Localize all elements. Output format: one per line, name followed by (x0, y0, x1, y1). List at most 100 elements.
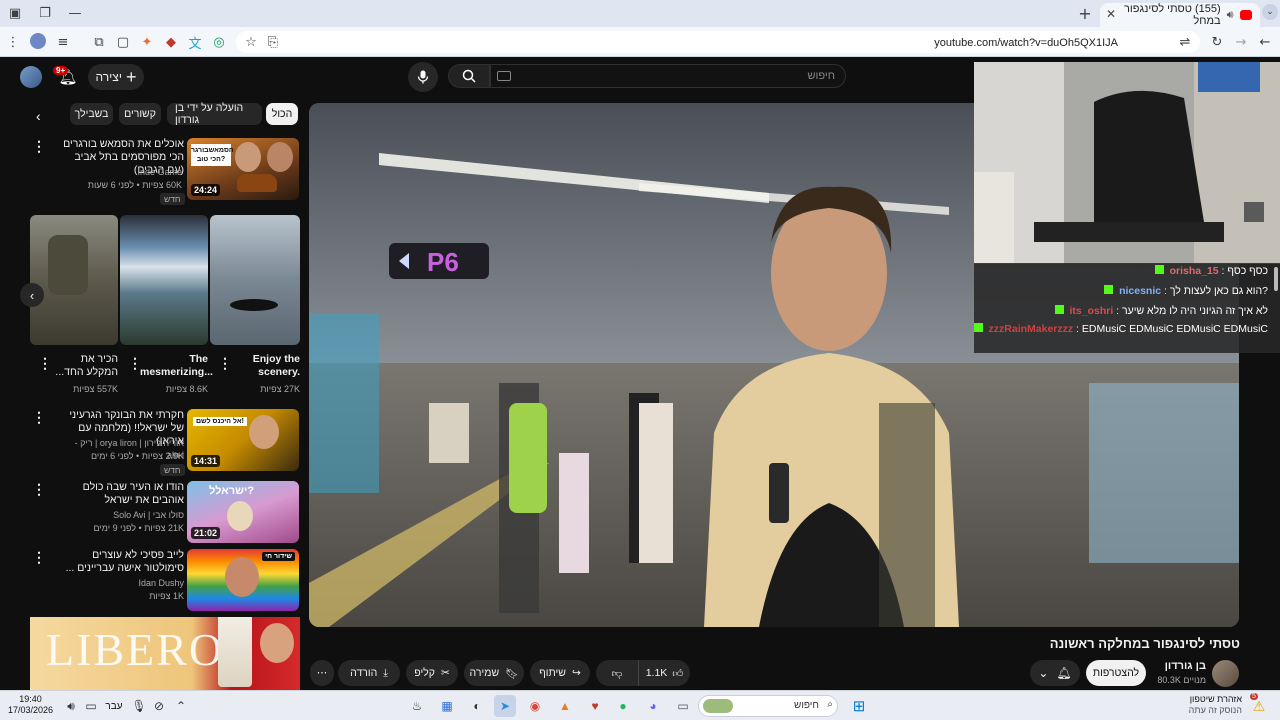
channel-name[interactable]: סולו אבי | Solo Avi (60, 509, 184, 521)
short-thumbnail-3[interactable] (30, 215, 118, 345)
reload-icon[interactable]: ↻ (1208, 33, 1226, 51)
channel-name[interactable]: בן גורדון (1150, 660, 1206, 672)
short-title[interactable]: הכיר את המקלע החד... (50, 353, 118, 379)
chip-all[interactable]: הכול (266, 103, 298, 125)
list-item[interactable]: ⋮ אוכלים את הסמאש בורגרים הכי מפורסמים ב… (30, 138, 300, 206)
restore-window-icon[interactable]: ❐ (36, 4, 54, 22)
short-thumbnail-1[interactable] (210, 215, 300, 345)
channel-name[interactable]: Inde Game (60, 166, 182, 178)
app-icon[interactable]: ◐ (466, 695, 488, 717)
shorts-prev-button[interactable]: ‹ (20, 283, 44, 307)
create-button[interactable]: יצירה + (88, 64, 144, 90)
chat-scrollbar[interactable] (1274, 267, 1278, 291)
like-button[interactable]: 1.1K 👍︎ (638, 660, 690, 686)
sidebar-toggle-icon[interactable]: ▣ (6, 4, 24, 22)
video-duration: 24:24 (191, 184, 221, 196)
site-settings-icon[interactable]: ⇌ (1176, 33, 1194, 51)
channel-avatar[interactable] (1212, 660, 1239, 687)
short-title[interactable]: Enjoy the scenery. (230, 353, 300, 379)
keyboard-icon[interactable] (497, 71, 511, 81)
clock[interactable]: 19:40 17/03/2026 (8, 694, 53, 716)
display-icon[interactable]: ▭ (80, 695, 102, 717)
close-tab-icon[interactable]: ✕ (1106, 7, 1116, 21)
app-icon[interactable]: ♥ (584, 695, 606, 717)
download-button[interactable]: הורדה ⤓ (338, 660, 400, 686)
chip-related[interactable]: קשורים (119, 103, 161, 125)
more-options-icon[interactable]: ⋮ (32, 138, 46, 155)
video-title[interactable]: הודו או העיר שבה כולם אוהבים את ישראל (60, 481, 184, 507)
collections-icon[interactable]: ▢ (114, 33, 132, 51)
extension-green-icon[interactable]: ◎ (210, 33, 228, 51)
extension-red-icon[interactable]: ◆ (162, 33, 180, 51)
short-thumbnail-2[interactable] (120, 215, 208, 345)
menu-dots-icon[interactable]: ⋮ (4, 33, 22, 51)
dislike-button[interactable]: 👎︎ (596, 660, 638, 686)
more-actions-button[interactable]: ⋯ (310, 660, 334, 686)
short-title[interactable]: The mesmerizing... (140, 353, 213, 379)
tray-chevron-icon[interactable]: ⌃ (170, 695, 192, 717)
tab-youtube[interactable]: 🔊︎ (155) טסתי לסינגפור במחל ✕ (1100, 3, 1260, 27)
list-item[interactable]: ⋮ חקרתי את הבונקר הגרעיני של ישראל!! (מל… (30, 409, 300, 476)
extension-icon[interactable]: ≡ (54, 33, 72, 51)
chip-uploaded-by[interactable]: הועלה על ידי בן גורדון (167, 102, 262, 126)
ad-banner[interactable]: LIBERO (30, 617, 300, 690)
more-options-icon[interactable]: ⋮ (32, 481, 46, 498)
translate-icon[interactable]: 文 (186, 33, 204, 52)
chips-prev-arrow-icon[interactable]: ‹ (36, 108, 41, 124)
video-thumbnail[interactable]: אל היכנס לשם! 14:31 (187, 409, 299, 471)
more-horizontal-icon: ⋯ (316, 667, 328, 679)
address-bar[interactable]: ☆ ⎘ youtube.com/watch?v=duOh5QX1IJA ⇌ (236, 31, 1200, 53)
microphone-icon[interactable]: 🎙︎ (128, 695, 150, 717)
search-placeholder: חיפוש (807, 70, 835, 82)
back-icon[interactable]: ← (1256, 33, 1274, 51)
video-thumbnail[interactable]: שידור חי (187, 549, 299, 611)
minimize-window-icon[interactable]: — (66, 4, 84, 22)
cast-icon[interactable]: ⎘ (264, 33, 282, 51)
weather-widget[interactable]: אזהרת שיטפון הנוסק זה עתה (1180, 694, 1242, 716)
extension-orange-icon[interactable]: ✦ (138, 33, 156, 51)
grid-app-icon[interactable]: ▦ (436, 695, 458, 717)
vlc-app-icon[interactable]: ▲ (554, 695, 576, 717)
discord-app-icon[interactable]: ◕ (642, 695, 664, 717)
language-indicator[interactable]: עבר (100, 695, 128, 717)
volume-icon[interactable]: 🔊︎ (60, 695, 82, 717)
video-title[interactable]: לייב פסיכי לא עוצרים סימולטור אישה עבריי… (60, 549, 184, 575)
tab-search-icon[interactable]: ⌄ (1262, 4, 1278, 20)
warning-count-badge: 5 (1250, 693, 1258, 700)
video-thumbnail[interactable]: הסמאשבורגר הכי טוב? 24:24 (187, 138, 299, 200)
share-button[interactable]: שיתוף ↪ (530, 660, 590, 686)
search-button[interactable] (448, 64, 490, 88)
chip-for-you[interactable]: בשבילך (70, 103, 113, 125)
list-item[interactable]: ⋮ הודו או העיר שבה כולם אוהבים את ישראל … (30, 481, 300, 543)
live-badge: שידור חי (262, 552, 295, 561)
channel-name[interactable]: Idan Dushy (60, 577, 184, 589)
steam-app-icon[interactable]: ♨ (406, 695, 428, 717)
clip-button[interactable]: קליפ ✂ (406, 660, 458, 686)
list-item[interactable]: ⋮ לייב פסיכי לא עוצרים סימולטור אישה עבר… (30, 549, 300, 611)
notification-settings-button[interactable]: ⌄ 🔔︎ (1030, 660, 1080, 686)
new-tab-icon[interactable]: + (1076, 4, 1094, 23)
more-options-icon[interactable]: ⋮ (32, 409, 46, 426)
clock-date: 17/03/2026 (8, 705, 54, 715)
spotify-app-icon[interactable]: ● (612, 695, 634, 717)
voice-search-button[interactable] (408, 62, 438, 92)
windows-start-icon[interactable]: ⊞ (848, 695, 870, 717)
task-view-icon[interactable]: ▭ (672, 695, 694, 717)
bookmark-star-icon[interactable]: ☆ (242, 33, 260, 51)
chat-text: כסף כסף (1227, 265, 1268, 277)
telegram-app-icon[interactable]: ➤ (494, 695, 516, 717)
profile-avatar-icon[interactable] (30, 33, 46, 49)
kick-badge-icon (973, 323, 983, 332)
wifi-off-icon[interactable]: ⊘ (148, 695, 170, 717)
search-input[interactable]: חיפוש (490, 64, 846, 88)
save-button[interactable]: שמירה 🔖︎ (464, 660, 524, 686)
extensions-puzzle-icon[interactable]: ⧉ (90, 33, 108, 51)
chrome-app-icon[interactable]: ◉ (524, 695, 546, 717)
account-avatar[interactable] (20, 66, 42, 88)
scissors-icon: ✂ (440, 667, 450, 679)
taskbar-search-box[interactable]: חיפוש ⌕ (698, 695, 838, 717)
forward-icon[interactable]: → (1232, 33, 1250, 51)
more-options-icon[interactable]: ⋮ (32, 549, 46, 566)
video-thumbnail[interactable]: ישראלל? 21:02 (187, 481, 299, 543)
subscribe-button[interactable]: להצטרפות (1086, 660, 1146, 686)
